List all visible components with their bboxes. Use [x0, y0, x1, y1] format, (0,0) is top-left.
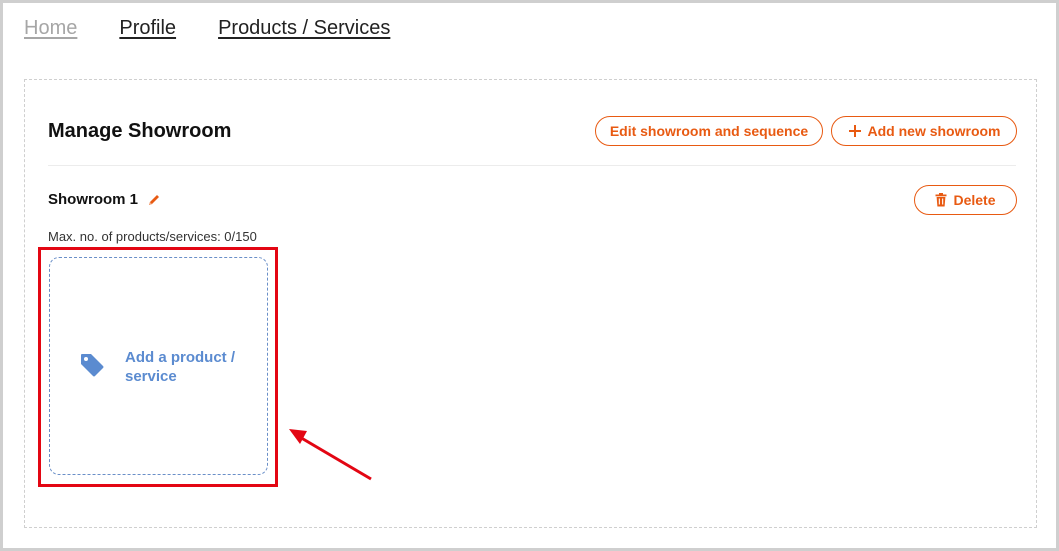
- edit-showroom-button[interactable]: Edit showroom and sequence: [595, 116, 823, 146]
- trash-icon: [935, 193, 947, 207]
- panel-title: Manage Showroom: [48, 120, 232, 142]
- plus-icon: [848, 124, 862, 138]
- nav-products-link[interactable]: Products / Services: [218, 17, 390, 40]
- add-product-label: Add a product / service: [125, 349, 235, 385]
- nav-home-link[interactable]: Home: [24, 17, 77, 40]
- max-products-text: Max. no. of products/services: 0/150: [48, 229, 257, 244]
- delete-showroom-button[interactable]: Delete: [914, 185, 1017, 215]
- pencil-icon[interactable]: [147, 193, 161, 207]
- nav-profile-link[interactable]: Profile: [119, 17, 176, 40]
- tag-icon: [79, 352, 105, 383]
- add-showroom-button[interactable]: Add new showroom: [831, 116, 1017, 146]
- showroom-name-text: Showroom 1: [48, 191, 139, 208]
- showroom-name: Showroom 1: [48, 191, 161, 208]
- top-navigation: Home Profile Products / Services: [24, 17, 432, 40]
- divider: [48, 165, 1016, 166]
- delete-label: Delete: [953, 192, 996, 208]
- annotation-arrow: [289, 429, 372, 481]
- add-product-card[interactable]: Add a product / service: [49, 257, 268, 475]
- manage-showroom-panel: Manage Showroom Edit showroom and sequen…: [24, 79, 1037, 528]
- add-showroom-label: Add new showroom: [867, 123, 1001, 139]
- edit-showroom-label: Edit showroom and sequence: [609, 123, 809, 139]
